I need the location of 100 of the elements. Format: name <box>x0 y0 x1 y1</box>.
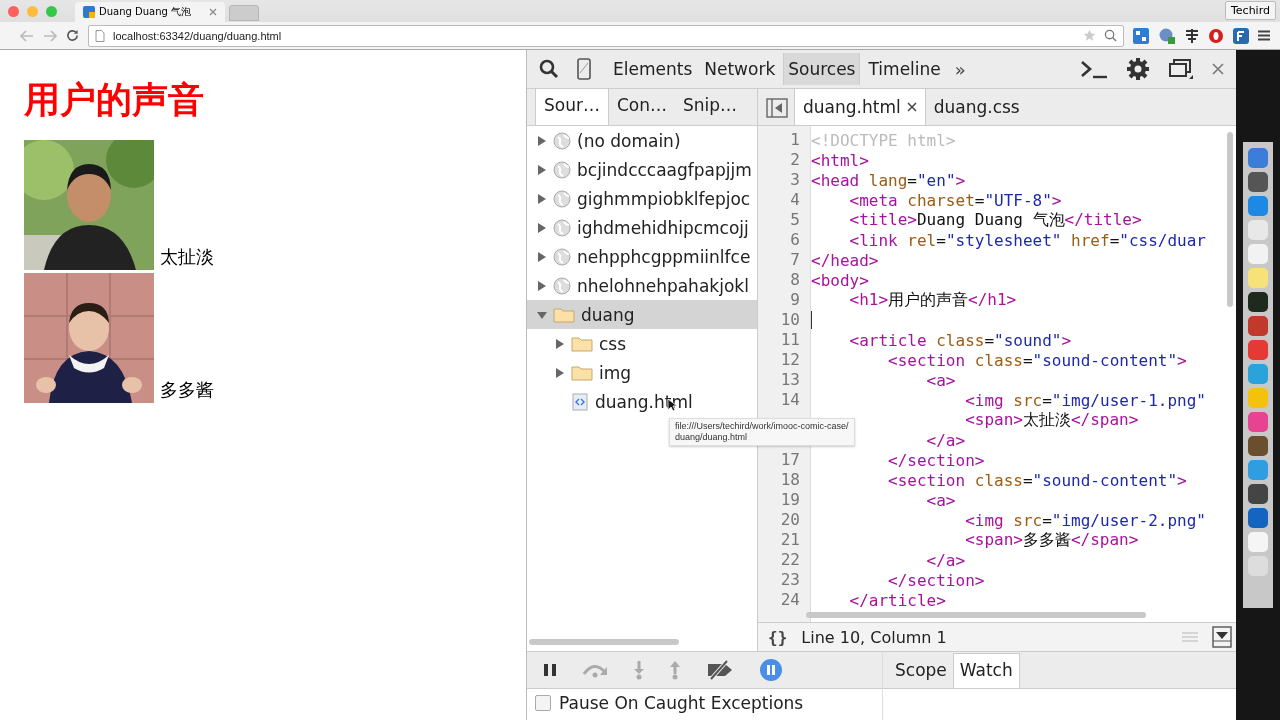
sidebar-tab[interactable]: Scope <box>889 654 953 688</box>
scrollbar[interactable] <box>529 639 679 645</box>
favicon-icon <box>83 6 95 18</box>
tree-item[interactable]: gighmmpiobklfepjoc <box>527 184 757 213</box>
disclosure-icon[interactable] <box>537 222 547 233</box>
code-line: <body> <box>811 270 869 290</box>
panel-tab[interactable]: Elements <box>609 53 697 85</box>
f-extension-icon[interactable] <box>1233 27 1249 44</box>
line-number: 23 <box>780 570 800 589</box>
dock-side-icon[interactable] <box>1168 58 1194 80</box>
panel-tab[interactable]: Timeline <box>864 53 945 85</box>
code-line: <meta charset="UTF-8"> <box>848 190 1062 210</box>
globe-icon <box>553 160 571 179</box>
code-line: </article> <box>848 590 946 610</box>
dock-app-icon[interactable] <box>1248 484 1268 504</box>
line-number: 2 <box>790 150 800 169</box>
code-line: <html> <box>811 150 869 170</box>
navigator-tab[interactable]: Sour… <box>535 88 609 125</box>
user-name[interactable]: 多多酱 <box>160 379 214 401</box>
close-tab-icon[interactable] <box>906 102 917 112</box>
opera-icon[interactable] <box>1208 27 1224 44</box>
menu-icon[interactable] <box>1258 30 1270 41</box>
code-line: <section class="sound-content"> <box>887 350 1187 370</box>
profile-button[interactable]: Techird <box>1225 1 1276 20</box>
editor-tab[interactable]: duang.css <box>925 89 1028 125</box>
tree-item[interactable]: img <box>527 358 757 387</box>
disclosure-icon[interactable] <box>537 164 547 175</box>
code-line: <head lang="en"> <box>811 170 966 190</box>
scrollbar[interactable] <box>806 612 1146 618</box>
line-number: 20 <box>780 510 800 529</box>
toggle-navigator-icon[interactable] <box>766 98 788 118</box>
step-out-icon[interactable] <box>669 660 681 680</box>
console-icon[interactable] <box>1080 59 1108 79</box>
line-number: 7 <box>790 250 800 269</box>
line-number: 11 <box>780 330 800 349</box>
checkbox[interactable] <box>535 695 551 711</box>
code-line: <section class="sound-content"> <box>887 470 1187 490</box>
line-number: 6 <box>790 230 800 249</box>
disclosure-icon[interactable] <box>537 135 547 146</box>
tree-item[interactable]: ighdmehidhipcmcojj <box>527 213 757 242</box>
tree-item[interactable]: bcjindcccaagfpapjjm <box>527 155 757 184</box>
sidebar-tab[interactable]: Watch <box>952 653 1020 688</box>
code-line: <a> <box>925 490 956 510</box>
folder-icon <box>571 364 593 381</box>
pretty-print-button[interactable]: {} <box>768 627 788 647</box>
tree-item[interactable]: css <box>527 329 757 358</box>
toggle-drawer-icon[interactable] <box>1212 626 1232 648</box>
pause-on-exceptions-icon[interactable] <box>759 658 783 682</box>
disclosure-icon[interactable] <box>555 367 565 378</box>
more-panels-button[interactable]: » <box>954 58 966 80</box>
star-icon[interactable] <box>1083 29 1096 42</box>
disclosure-icon[interactable] <box>555 338 565 349</box>
settings-icon[interactable] <box>1126 57 1150 81</box>
reload-icon[interactable] <box>66 29 79 42</box>
pause-icon[interactable] <box>543 663 557 677</box>
code-line: <title>Duang Duang 气泡</title> <box>848 209 1142 231</box>
qr-code-icon[interactable] <box>1133 27 1149 44</box>
disclosure-icon[interactable] <box>537 251 547 262</box>
navigator-tab[interactable]: Con… <box>608 89 675 125</box>
line-number: 21 <box>780 530 800 549</box>
tree-item[interactable]: duang.html <box>527 387 757 416</box>
panel-tab[interactable]: Sources <box>783 53 861 85</box>
tree-item[interactable]: nehpphcgppmiinlfce <box>527 242 757 271</box>
line-number: 4 <box>790 190 800 209</box>
tree-item[interactable]: duang <box>527 300 757 329</box>
dock-app-icon[interactable] <box>1248 292 1268 312</box>
panel-tab[interactable]: Network <box>700 53 780 85</box>
line-number: 24 <box>780 590 800 609</box>
step-over-icon[interactable] <box>581 662 609 678</box>
navigator-tab[interactable]: Snip… <box>675 89 746 125</box>
browser-tab[interactable]: Duang Duang 气泡 <box>75 2 225 22</box>
dock-app-icon[interactable] <box>1248 436 1268 456</box>
page-icon <box>95 29 105 42</box>
editor-tab[interactable]: duang.html <box>794 88 926 125</box>
search-icon[interactable] <box>539 59 559 79</box>
zoom-icon[interactable] <box>1104 29 1117 42</box>
globe-icon <box>553 247 571 266</box>
address-field[interactable]: localhost:63342/duang/duang.html <box>88 24 1124 47</box>
line-number: 17 <box>780 450 800 469</box>
disclosure-icon[interactable] <box>537 309 547 320</box>
disclosure-icon[interactable] <box>537 193 547 204</box>
globe-extension-icon[interactable] <box>1158 26 1176 45</box>
close-icon[interactable] <box>1212 63 1224 75</box>
user-name[interactable]: 太扯淡 <box>160 246 214 268</box>
html-file-icon <box>571 392 589 411</box>
code-line: </section> <box>887 450 985 470</box>
line-number: 10 <box>780 310 800 329</box>
line-number: 13 <box>780 370 800 389</box>
checkbox-label[interactable]: Pause On Caught Exceptions <box>559 693 804 713</box>
scrollbar[interactable] <box>1227 132 1233 307</box>
tree-item[interactable]: (no domain) <box>527 126 757 155</box>
disclosure-icon[interactable] <box>537 280 547 291</box>
folder-icon <box>553 306 575 323</box>
tree-item[interactable]: nhelohnehpahakjokl <box>527 271 757 300</box>
extension-icon[interactable] <box>1185 27 1199 44</box>
device-icon[interactable] <box>577 58 591 80</box>
dock-app-icon[interactable] <box>1248 172 1268 192</box>
step-into-icon[interactable] <box>633 660 645 680</box>
code-line: <h1>用户的声音</h1> <box>848 289 1017 311</box>
close-window-button[interactable] <box>8 5 19 17</box>
